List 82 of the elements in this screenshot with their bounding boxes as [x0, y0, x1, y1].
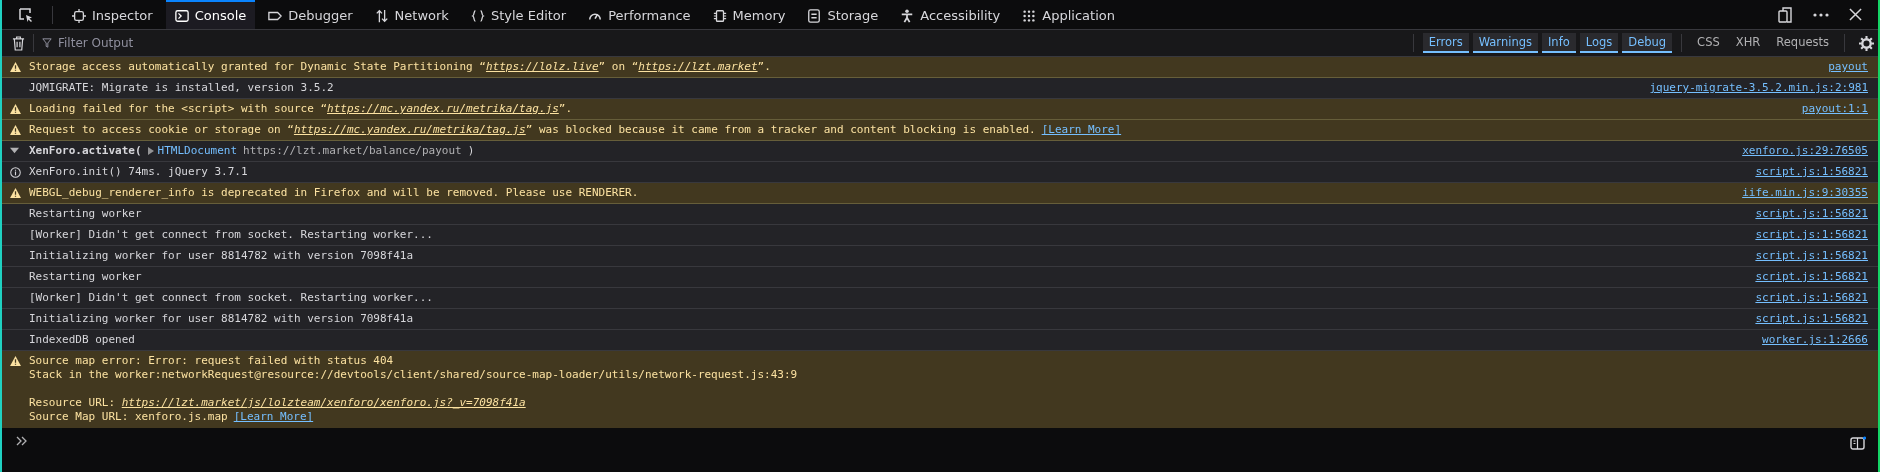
message-text: XenForo.activate( HTMLDocument https://lzt.market/balance/payout ) — [29, 144, 475, 158]
devtools-tab[interactable]: Network — [365, 0, 458, 29]
prompt-chevron-icon — [16, 436, 28, 446]
person-icon — [900, 8, 915, 23]
message-text: [Worker] Didn't get connect from socket. Restarting worker... — [29, 228, 433, 242]
close-icon[interactable] — [1849, 8, 1862, 21]
learn-more-link[interactable]: [Learn More] — [1041, 123, 1122, 137]
grid-icon — [1022, 8, 1037, 23]
devtools-tab[interactable]: Application — [1013, 0, 1124, 29]
source-link[interactable]: payout — [1828, 60, 1868, 73]
level-filter-button[interactable]: Logs — [1579, 33, 1619, 53]
arrows-icon — [374, 8, 389, 23]
element-picker-icon[interactable] — [18, 6, 34, 23]
source-link[interactable]: script.js:1:56821 — [1755, 249, 1868, 262]
warning-icon — [10, 125, 21, 135]
dock-icon[interactable] — [1777, 6, 1793, 23]
url-link[interactable]: https://mc.yandex.ru/metrika/tag.js — [293, 123, 526, 137]
message-text: IndexedDB opened — [29, 333, 135, 347]
level-filter-button[interactable]: Debug — [1622, 33, 1673, 53]
storage-icon — [807, 8, 822, 23]
warning-icon — [10, 188, 21, 198]
warning-icon — [10, 104, 21, 114]
source-link[interactable]: script.js:1:56821 — [1755, 165, 1868, 178]
devtools-tab[interactable]: Console — [165, 0, 256, 29]
warning-icon — [10, 356, 21, 366]
message-text: Source map error: Error: request failed with status 404 — [29, 354, 394, 368]
url-link[interactable]: https://lzt.market/js/lolzteam/xenforo/xenforo.js?_v=7098f41a — [121, 396, 526, 410]
source-link[interactable]: iife.min.js:9:30355 — [1742, 186, 1868, 199]
message-text: WEBGL_debug_renderer_info is deprecated in Firefox and will be removed. Please use RENDERER. — [29, 186, 639, 200]
message-text: Initializing worker for user 8814782 with version 7098f41a — [29, 249, 414, 263]
message-text: Restarting worker — [29, 270, 142, 284]
message-text: [Worker] Didn't get connect from socket. Restarting worker... — [29, 291, 433, 305]
settings-icon[interactable] — [1859, 35, 1874, 51]
source-link[interactable]: script.js:1:56821 — [1755, 270, 1868, 283]
level-filter-button[interactable]: Warnings — [1472, 33, 1538, 53]
expanded-caret-icon[interactable] — [10, 146, 19, 155]
message-text: Resource URL: https://lzt.market/js/lolzteam/xenforo/xenforo.js?_v=7098f41a — [29, 396, 526, 410]
devtools-tab[interactable]: Debugger — [259, 0, 362, 29]
info-icon — [10, 167, 21, 178]
url-link[interactable]: https://mc.yandex.ru/metrika/tag.js — [327, 102, 559, 116]
devtools-tab[interactable]: Inspector — [63, 0, 162, 29]
url-link[interactable]: https://lolz.live — [485, 60, 599, 74]
devtools-tab[interactable]: Accessibility — [891, 0, 1010, 29]
source-link[interactable]: xenforo.js:29:76505 — [1742, 144, 1868, 157]
message-text: Storage access automatically granted for Dynamic State Partitioning “https://lolz.live” on “https://lzt.market”. — [29, 60, 771, 74]
devtools-tab[interactable]: Performance — [579, 0, 700, 29]
message-text: Source Map URL: xenforo.js.map — [29, 410, 228, 424]
chip-icon — [712, 8, 727, 23]
source-link[interactable]: worker.js:1:2666 — [1762, 333, 1868, 346]
source-link[interactable]: script.js:1:56821 — [1755, 291, 1868, 304]
message-text: Loading failed for the <script> with source “https://mc.yandex.ru/metrika/tag.js”. — [29, 102, 573, 116]
trash-icon[interactable] — [12, 35, 25, 51]
warning-icon — [10, 62, 21, 72]
category-filter-button[interactable]: XHR — [1729, 33, 1767, 53]
funnel-icon — [42, 38, 52, 48]
message-text: Request to access cookie or storage on “https://mc.yandex.ru/metrika/tag.js” was blocked because it came from a tracker and content blocking is enabled. — [29, 123, 1036, 137]
box-icon — [72, 8, 86, 23]
level-filter-button[interactable]: Errors — [1422, 33, 1469, 53]
braces-icon — [470, 8, 485, 23]
url-link[interactable]: https://lzt.market — [638, 60, 758, 74]
more-icon[interactable] — [1813, 12, 1829, 17]
category-filter-button[interactable]: CSS — [1691, 33, 1726, 53]
source-link[interactable]: jquery-migrate-3.5.2.min.js:2:981 — [1649, 81, 1868, 94]
terminal-icon — [174, 8, 189, 23]
message-text: XenForo.init() 74ms. jQuery 3.7.1 — [29, 165, 248, 179]
message-text: Restarting worker — [29, 207, 142, 221]
message-text: Initializing worker for user 8814782 with version 7098f41a — [29, 312, 414, 326]
expand-triangle-icon[interactable] — [147, 147, 154, 155]
learn-more-link[interactable]: [Learn More] — [233, 410, 314, 424]
devtools-tab[interactable]: Storage — [798, 0, 888, 29]
source-link[interactable]: payout:1:1 — [1801, 102, 1868, 115]
message-text: JQMIGRATE: Migrate is installed, version 3.5.2 — [29, 81, 334, 95]
source-link[interactable]: script.js:1:56821 — [1755, 312, 1868, 325]
level-filter-button[interactable]: Info — [1541, 33, 1576, 53]
filter-field[interactable]: Filter Output — [56, 35, 420, 51]
message-text: Stack in the worker:networkRequest@resource://devtools/client/shared/source-map-loader/utils/network-request.js:43:9 — [29, 368, 798, 382]
sidebar-toggle-icon[interactable] — [1850, 436, 1866, 450]
category-filter-button[interactable]: Requests — [1770, 33, 1835, 53]
devtools-tab[interactable]: Memory — [703, 0, 795, 29]
devtools-tab[interactable]: Style Editor — [461, 0, 576, 29]
source-link[interactable]: script.js:1:56821 — [1755, 228, 1868, 241]
source-link[interactable]: script.js:1:56821 — [1755, 207, 1868, 220]
